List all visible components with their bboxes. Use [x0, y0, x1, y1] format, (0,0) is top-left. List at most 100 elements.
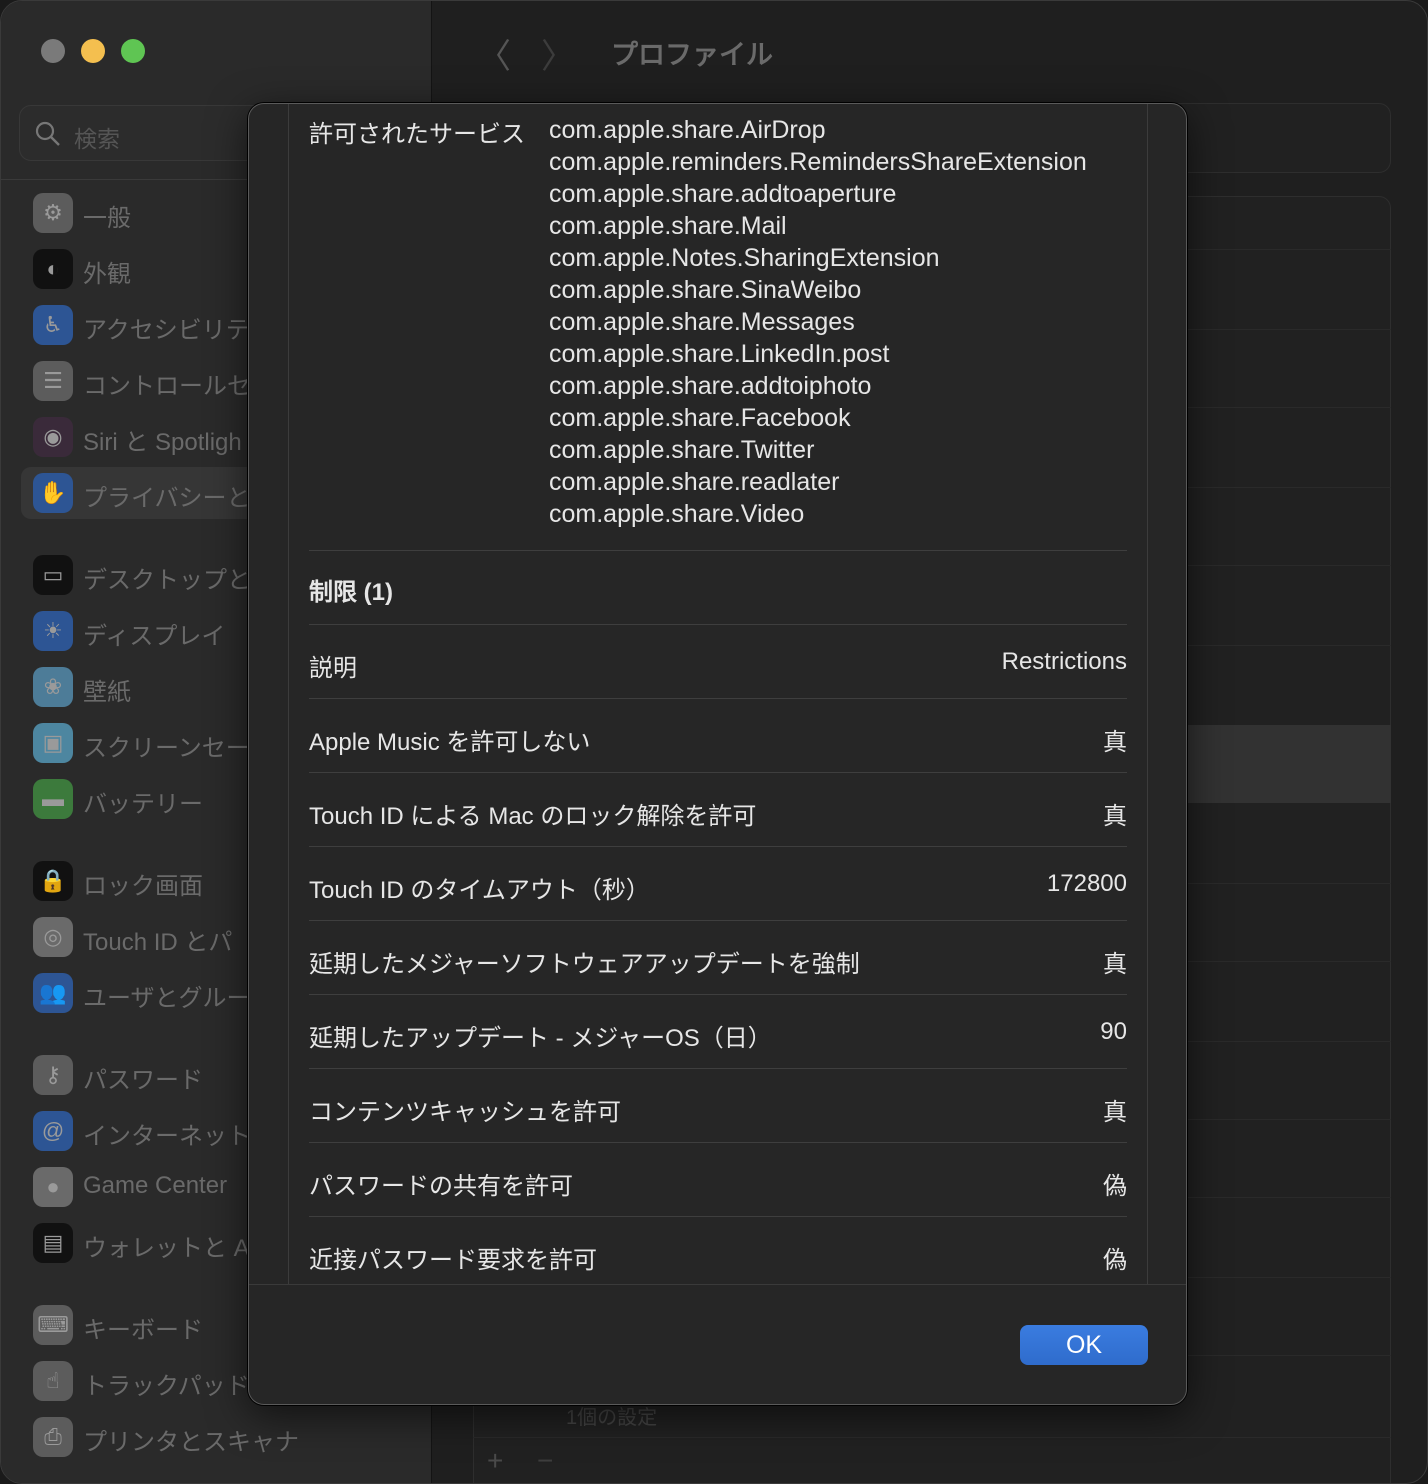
printer-icon: ⎙ — [33, 1417, 73, 1457]
restriction-key: 近接パスワード要求を許可 — [309, 1247, 597, 1274]
screensaver-icon: ▣ — [33, 723, 73, 763]
search-placeholder: 検索 — [74, 126, 120, 152]
restriction-value: 真 — [1103, 729, 1127, 756]
restriction-key: Touch ID による Mac のロック解除を許可 — [309, 803, 757, 830]
restriction-value: 真 — [1103, 803, 1127, 830]
game-center-icon: ● — [33, 1167, 73, 1207]
battery-icon: ▬ — [33, 779, 73, 819]
sidebar-item-label: ディスプレイ — [83, 623, 226, 650]
system-settings-window: 検索 ⚙ 一般 ◐ 外観 ♿ アクセシビリテ ☰ コントロールセ ◉ Siri と Spotlig… — [0, 0, 1428, 1484]
sheet-footer-divider — [249, 1284, 1186, 1285]
sidebar-item-label: Touch ID とパ — [83, 929, 233, 956]
key-icon: ⚷ — [33, 1055, 73, 1095]
wallet-icon: ▤ — [33, 1223, 73, 1263]
service-item: com.apple.share.addtoaperture — [549, 180, 897, 208]
sidebar-item-label: パスワード — [83, 1067, 203, 1094]
service-item: com.apple.share.readlater — [549, 468, 840, 496]
gear-icon: ⚙ — [33, 193, 73, 233]
restriction-value: 偽 — [1103, 1173, 1127, 1200]
restriction-row: コンテンツキャッシュを許可 真 — [309, 1069, 1127, 1143]
restriction-key: 延期したアップデート - メジャーOS（日） — [309, 1025, 772, 1052]
keyboard-icon: ⌨ — [33, 1305, 73, 1345]
sidebar-item-label: 壁紙 — [83, 679, 131, 706]
restriction-value: 真 — [1103, 951, 1127, 978]
restrictions-heading: 制限 (1) — [309, 579, 393, 606]
sidebar-item-label: デスクトップと — [83, 567, 251, 594]
sidebar-item-label: Game Center — [83, 1172, 228, 1199]
minimize-button[interactable] — [81, 39, 105, 63]
sidebar-item-label: コントロールセ — [83, 373, 251, 400]
sidebar-item-label: アクセシビリテ — [83, 317, 250, 344]
forward-button[interactable]: 〉 — [541, 29, 575, 78]
back-button[interactable]: 〈 — [477, 29, 511, 78]
at-icon: @ — [33, 1111, 73, 1151]
restriction-value: Restrictions — [1001, 648, 1127, 675]
restriction-row: 近接パスワード要求を許可 偽 — [309, 1217, 1127, 1284]
restriction-value: 90 — [1100, 1018, 1127, 1045]
sidebar-item[interactable]: ⎙ プリンタとスキャナ — [21, 1411, 421, 1463]
service-item: com.apple.share.Facebook — [549, 404, 851, 432]
service-item: com.apple.share.addtoiphoto — [549, 372, 872, 400]
service-item: com.apple.share.Twitter — [549, 436, 815, 464]
sidebar-item-label: バッテリー — [83, 791, 203, 818]
sidebar-item-label: ロック画面 — [83, 873, 203, 900]
siri-icon: ◉ — [33, 417, 73, 457]
restriction-key: パスワードの共有を許可 — [309, 1173, 573, 1200]
accessibility-icon: ♿ — [33, 305, 73, 345]
appearance-icon: ◐ — [33, 249, 73, 289]
close-button[interactable] — [41, 39, 65, 63]
sidebar-item-label: 一般 — [83, 205, 131, 232]
ok-button[interactable]: OK — [1020, 1325, 1148, 1365]
service-item: com.apple.share.SinaWeibo — [549, 276, 862, 304]
flower-icon: ❀ — [33, 667, 73, 707]
restriction-value: 偽 — [1103, 1247, 1127, 1274]
service-item: com.apple.reminders.RemindersShareExtens… — [549, 148, 1087, 176]
page-title: プロファイル — [611, 40, 773, 70]
hand-icon: ✋ — [33, 473, 73, 513]
settings-count: 1個の設定 — [566, 1407, 658, 1429]
service-item: com.apple.share.Messages — [549, 308, 855, 336]
add-profile-button[interactable]: + — [487, 1445, 503, 1477]
sidebar-item-label: ユーザとグルー — [83, 985, 251, 1012]
profile-details-sheet: 許可されたサービス com.apple.share.AirDrop com.app… — [248, 103, 1187, 1405]
services-list: com.apple.share.AirDrop com.apple.reminde… — [549, 114, 1087, 530]
restriction-key: 説明 — [309, 655, 357, 682]
restriction-value: 172800 — [1046, 870, 1127, 897]
trackpad-icon: ☝ — [33, 1361, 73, 1401]
restriction-key: コンテンツキャッシュを許可 — [309, 1099, 621, 1126]
sidebar-item-label: Siri と Spotligh — [83, 429, 242, 456]
lock-icon: 🔒 — [33, 861, 73, 901]
zoom-button[interactable] — [121, 39, 145, 63]
sidebar-item-label: プライバシーと — [83, 485, 251, 512]
restriction-row: パスワードの共有を許可 偽 — [309, 1143, 1127, 1217]
sidebar-item-label: ウォレットと A — [83, 1235, 250, 1262]
restriction-key: Touch ID のタイムアウト（秒） — [309, 877, 650, 904]
restriction-row: Touch ID のタイムアウト（秒） 172800 — [309, 847, 1127, 921]
sidebar-item-label: 外観 — [83, 261, 131, 288]
details-scroll-area[interactable]: 許可されたサービス com.apple.share.AirDrop com.app… — [288, 104, 1148, 1284]
sidebar-item-label: インターネット — [83, 1123, 251, 1150]
sidebar-item-label: トラックパッド — [83, 1373, 250, 1400]
sidebar-item-label: プリンタとスキャナ — [83, 1429, 299, 1456]
remove-profile-button[interactable]: − — [537, 1445, 553, 1477]
desktop-icon: ▭ — [33, 555, 73, 595]
restriction-row: 説明 Restrictions — [309, 625, 1127, 699]
search-icon — [35, 121, 60, 146]
service-item: com.apple.share.AirDrop — [549, 116, 826, 144]
users-icon: 👥 — [33, 973, 73, 1013]
control-center-icon: ☰ — [33, 361, 73, 401]
service-item: com.apple.share.LinkedIn.post — [549, 340, 890, 368]
restriction-row: Apple Music を許可しない 真 — [309, 699, 1127, 773]
services-label: 許可されたサービス — [309, 121, 525, 148]
restriction-row: 延期したメジャーソフトウェアアップデートを強制 真 — [309, 921, 1127, 995]
restriction-value: 真 — [1103, 1099, 1127, 1126]
service-item: com.apple.Notes.SharingExtension — [549, 244, 940, 272]
restriction-row: 延期したアップデート - メジャーOS（日） 90 — [309, 995, 1127, 1069]
restriction-key: Apple Music を許可しない — [309, 729, 591, 756]
fingerprint-icon: ◎ — [33, 917, 73, 957]
sidebar-item-label: キーボード — [83, 1317, 203, 1344]
restriction-key: 延期したメジャーソフトウェアアップデートを強制 — [309, 951, 860, 978]
restriction-row: Touch ID による Mac のロック解除を許可 真 — [309, 773, 1127, 847]
service-item: com.apple.share.Video — [549, 500, 805, 528]
sun-icon: ☀ — [33, 611, 73, 651]
